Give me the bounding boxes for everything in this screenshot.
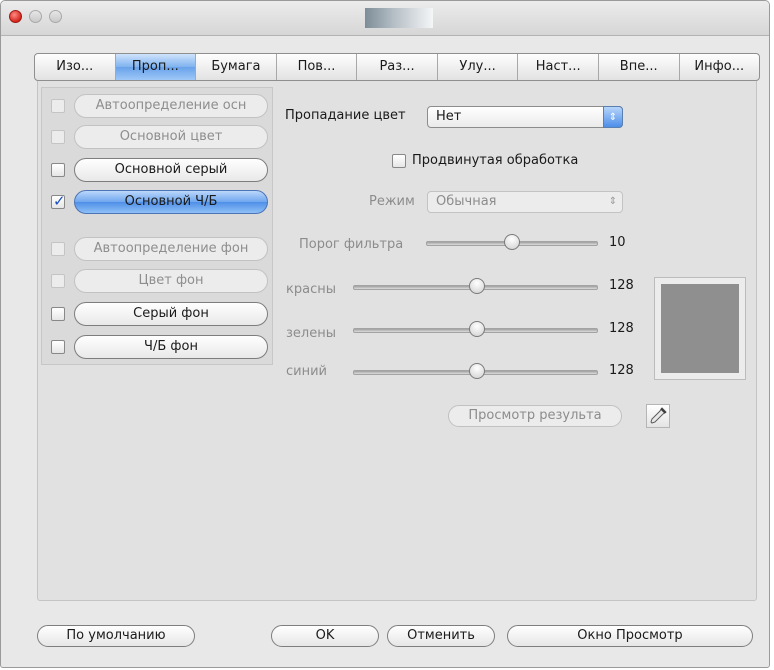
option-auto-main[interactable]: Автоопределение осн <box>51 94 271 120</box>
bw-bg-button[interactable]: Ч/Б фон <box>74 335 268 359</box>
auto-bg-button[interactable]: Автоопределение фон <box>74 237 268 261</box>
option-bw-bg[interactable]: Ч/Б фон <box>51 335 271 361</box>
red-slider-knob[interactable] <box>469 278 485 294</box>
option-main-color[interactable]: Основной цвет <box>51 125 271 151</box>
color-bg-button[interactable]: Цвет фон <box>74 269 268 293</box>
tab-info[interactable]: Инфо... <box>680 54 760 80</box>
tab-image[interactable]: Изо... <box>35 54 116 80</box>
tab-rotate[interactable]: Пов... <box>277 54 358 80</box>
filter-value: 10 <box>609 235 626 250</box>
red-value: 128 <box>609 278 634 293</box>
updown-arrows-icon: ⇕ <box>603 106 623 128</box>
zoom-window-button[interactable] <box>49 10 62 23</box>
title-bar <box>1 1 769 36</box>
main-bw-checkbox[interactable]: ✓ <box>51 192 66 210</box>
main-gray-checkbox[interactable] <box>51 163 65 177</box>
tab-bar: Изо... Проп... Бумага Пов... Раз... Улу.… <box>34 53 760 81</box>
red-label: красны <box>286 282 336 297</box>
preview-result-button[interactable]: Просмотр результа <box>448 405 622 427</box>
filter-label: Порог фильтра <box>299 237 404 252</box>
option-auto-bg[interactable]: Автоопределение фон <box>51 237 271 263</box>
auto-main-checkbox[interactable] <box>51 99 65 113</box>
green-slider-knob[interactable] <box>469 321 485 337</box>
dialog-window: Изо... Проп... Бумага Пов... Раз... Улу.… <box>0 0 770 668</box>
blue-slider-knob[interactable] <box>469 363 485 379</box>
auto-bg-checkbox[interactable] <box>51 242 65 256</box>
tab-enhance[interactable]: Улу... <box>438 54 519 80</box>
mode-value: Обычная <box>436 194 497 209</box>
color-preview-swatch <box>654 277 746 380</box>
option-color-bg[interactable]: Цвет фон <box>51 269 271 295</box>
option-gray-bg[interactable]: Серый фон <box>51 302 271 328</box>
window-title-image <box>365 8 433 28</box>
dropout-label: Пропадание цвет <box>285 108 406 123</box>
green-value: 128 <box>609 321 634 336</box>
bw-bg-checkbox[interactable] <box>51 340 65 354</box>
tab-paper[interactable]: Бумага <box>196 54 277 80</box>
defaults-button[interactable]: По умолчанию <box>37 625 195 647</box>
advanced-label: Продвинутая обработка <box>412 153 579 168</box>
close-window-button[interactable] <box>9 10 22 23</box>
main-color-button[interactable]: Основной цвет <box>74 125 268 149</box>
tab-split[interactable]: Раз... <box>357 54 438 80</box>
color-bg-checkbox[interactable] <box>51 274 65 288</box>
cancel-button[interactable]: Отменить <box>387 625 495 647</box>
blue-label: синий <box>286 364 327 379</box>
main-bw-button[interactable]: Основной Ч/Б <box>74 190 268 214</box>
gray-bg-checkbox[interactable] <box>51 307 65 321</box>
blue-value: 128 <box>609 363 634 378</box>
option-main-bw[interactable]: ✓ Основной Ч/Б <box>51 190 271 216</box>
main-gray-button[interactable]: Основной серый <box>74 158 268 182</box>
option-main-gray[interactable]: Основной серый <box>51 158 271 184</box>
dropout-select[interactable]: Нет ⇕ <box>427 106 623 128</box>
updown-arrows-icon: ⇕ <box>608 196 618 207</box>
dropout-value: Нет <box>436 109 462 124</box>
eyedropper-icon <box>650 407 667 424</box>
gray-bg-button[interactable]: Серый фон <box>74 302 268 326</box>
mode-select[interactable]: Обычная ⇕ <box>427 191 623 213</box>
tab-imprinter[interactable]: Впе... <box>599 54 680 80</box>
minimize-window-button[interactable] <box>29 10 42 23</box>
filter-slider-knob[interactable] <box>504 234 520 250</box>
eyedropper-button[interactable] <box>646 404 670 428</box>
color-preview-fill <box>661 284 739 373</box>
mode-label: Режим <box>369 194 415 209</box>
main-color-checkbox[interactable] <box>51 130 65 144</box>
preview-window-button[interactable]: Окно Просмотр <box>507 625 753 647</box>
tab-settings[interactable]: Наст... <box>518 54 599 80</box>
advanced-checkbox[interactable] <box>392 154 406 168</box>
ok-button[interactable]: OK <box>271 625 379 647</box>
green-label: зелены <box>286 326 336 341</box>
auto-main-button[interactable]: Автоопределение осн <box>74 94 268 118</box>
tab-dropout[interactable]: Проп... <box>115 54 197 80</box>
checkmark-icon: ✓ <box>53 192 66 210</box>
